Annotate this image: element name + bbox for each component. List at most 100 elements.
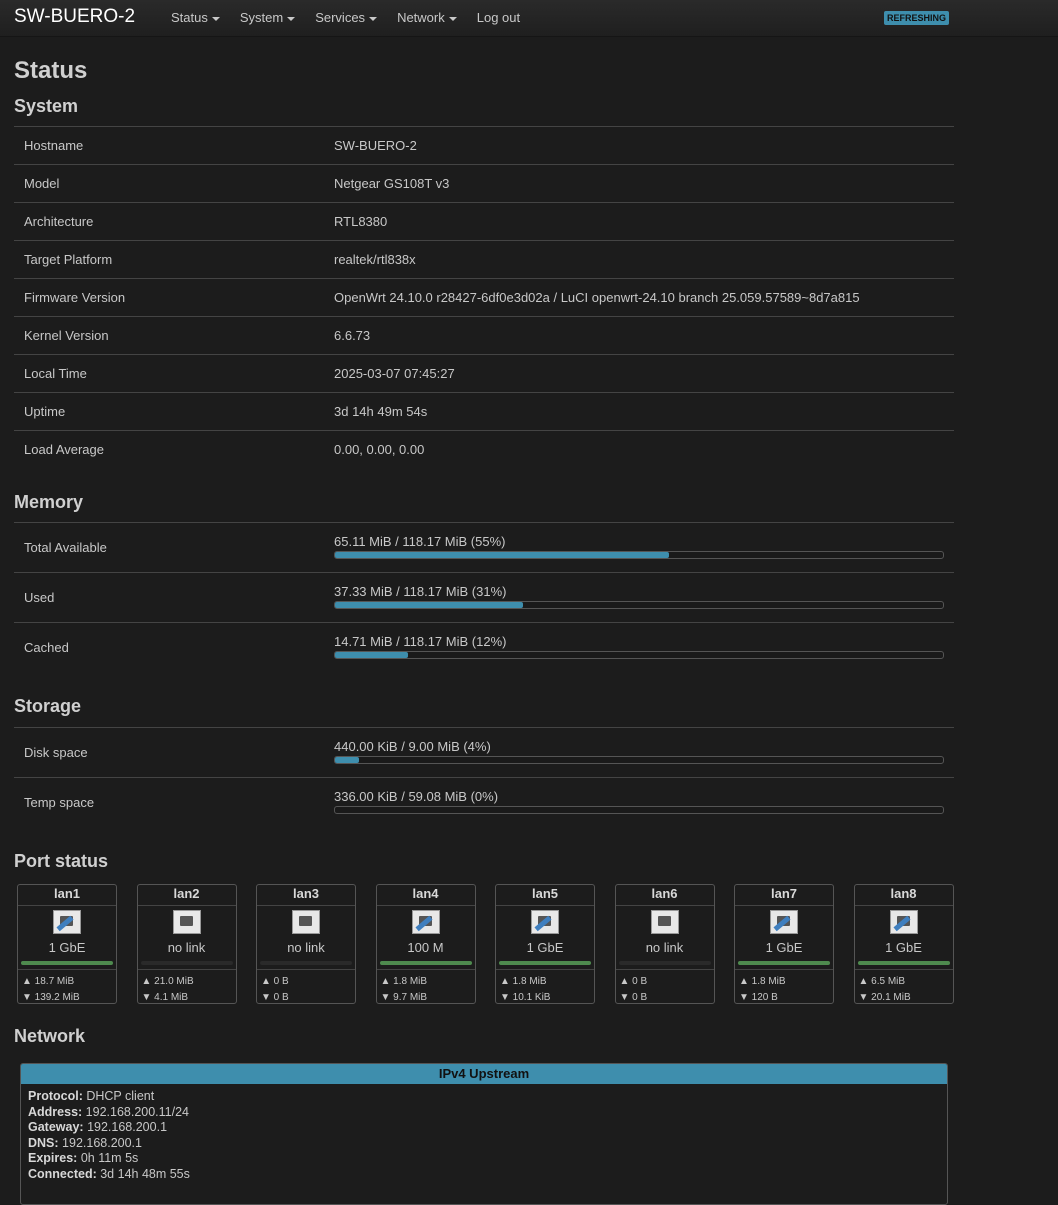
- port-speed: no link: [287, 940, 325, 955]
- menu-network[interactable]: Network: [397, 10, 457, 25]
- menu-services-label: Services: [315, 10, 366, 25]
- port-rx: ▼ 0 B: [619, 992, 648, 1003]
- upstream-header: IPv4 Upstream: [21, 1064, 947, 1084]
- menu-network-label: Network: [397, 10, 445, 25]
- link-indicator: [140, 961, 233, 965]
- chevron-down-icon: [211, 16, 220, 21]
- ethernet-port-icon: [770, 910, 798, 934]
- row-value: 336.00 KiB / 59.08 MiB (0%): [334, 789, 499, 804]
- port-card-lan4: lan4 100 M ▲ 1.8 MiB ▼ 9.7 MiB: [375, 884, 476, 1004]
- section-title-ports: Port status: [14, 851, 109, 871]
- port-rx: ▼ 139.2 MiB: [22, 992, 80, 1003]
- row-value: Netgear GS108T v3: [334, 176, 450, 191]
- row-label: Load Average: [24, 442, 104, 457]
- menu-status[interactable]: Status: [171, 10, 220, 25]
- port-card-lan1: lan1 1 GbE ▲ 18.7 MiB ▼ 139.2 MiB: [17, 884, 117, 1004]
- logout-link[interactable]: Log out: [477, 10, 520, 25]
- ipv4-upstream-card: IPv4 Upstream Protocol: DHCP client Addr…: [20, 1063, 948, 1205]
- row-label: Model: [24, 176, 60, 191]
- port-name: lan2: [137, 885, 236, 906]
- port-rx: ▼ 9.7 MiB: [380, 992, 428, 1003]
- port-status-grid: lan1 1 GbE ▲ 18.7 MiB ▼ 139.2 MiB lan2 no…: [17, 884, 954, 1004]
- progress-bar: [334, 806, 944, 814]
- menu-system-label: System: [239, 10, 284, 25]
- main-menu: Status System Services Network Log out: [171, 10, 540, 25]
- memory-table: Total Available 65.11 MiB / 118.17 MiB (…: [14, 522, 954, 672]
- row-label: Target Platform: [24, 252, 113, 267]
- port-tx: ▲ 1.8 MiB: [380, 976, 428, 987]
- port-card-lan3: lan3 no link ▲ 0 B ▼ 0 B: [256, 884, 356, 1004]
- menu-services[interactable]: Services: [315, 10, 378, 25]
- upstream-details: Protocol: DHCP client Address: 192.168.2…: [21, 1084, 947, 1188]
- row-value: 65.11 MiB / 118.17 MiB (55%): [334, 534, 506, 549]
- chevron-down-icon: [287, 16, 296, 21]
- field-label: Gateway:: [28, 1120, 84, 1135]
- table-row: Target Platform realtek/rtl838x: [14, 240, 954, 278]
- row-value: 3d 14h 49m 54s: [334, 404, 428, 419]
- row-label: Total Available: [24, 540, 107, 555]
- row-label: Disk space: [24, 745, 88, 760]
- page-title: Status: [14, 57, 88, 84]
- port-speed: 1 GbE: [765, 940, 803, 955]
- table-row: Firmware Version OpenWrt 24.10.0 r28427-6…: [14, 278, 954, 316]
- row-value: RTL8380: [334, 214, 388, 229]
- upstream-field: Protocol: DHCP client: [28, 1089, 940, 1105]
- system-table: Hostname SW-BUERO-2 Model Netgear GS108T v…: [14, 126, 954, 468]
- port-rx: ▼ 4.1 MiB: [141, 992, 189, 1003]
- port-tx: ▲ 18.7 MiB: [22, 976, 75, 987]
- port-traffic: ▲ 0 B ▼ 0 B: [615, 969, 714, 1006]
- row-label: Temp space: [24, 795, 95, 810]
- port-traffic: ▲ 21.0 MiB ▼ 4.1 MiB: [137, 969, 236, 1006]
- field-value: 0h 11m 5s: [80, 1151, 139, 1166]
- field-value: 192.168.200.11/24: [85, 1104, 190, 1119]
- field-value: DHCP client: [86, 1089, 155, 1103]
- port-speed: no link: [645, 940, 684, 955]
- upstream-field: Expires: 0h 11m 5s: [28, 1151, 940, 1167]
- table-row: Disk space 440.00 KiB / 9.00 MiB (4%): [14, 727, 954, 777]
- ethernet-port-icon: [889, 910, 918, 934]
- port-speed: 1 GbE: [885, 940, 922, 955]
- brand-hostname[interactable]: SW-BUERO-2: [14, 6, 135, 28]
- port-speed: 1 GbE: [48, 940, 86, 955]
- table-row: Kernel Version 6.6.73: [14, 316, 954, 354]
- port-card-lan8: lan8 1 GbE ▲ 6.5 MiB ▼ 20.1 MiB: [853, 884, 954, 1006]
- row-label: Hostname: [24, 138, 84, 153]
- section-title-memory: Memory: [14, 492, 84, 512]
- port-traffic: ▲ 1.8 MiB ▼ 120 B: [735, 969, 833, 1006]
- port-rx: ▼ 10.1 KiB: [500, 992, 551, 1003]
- row-label: Local Time: [24, 366, 87, 381]
- port-traffic: ▲ 6.5 MiB ▼ 20.1 MiB: [854, 969, 953, 1006]
- refreshing-badge[interactable]: REFRESHING: [884, 11, 950, 25]
- ethernet-port-icon: [411, 910, 440, 934]
- port-traffic: ▲ 1.8 MiB ▼ 10.1 KiB: [496, 969, 594, 1006]
- port-rx: ▼ 20.1 MiB: [858, 992, 911, 1003]
- field-label: Expires:: [28, 1151, 78, 1166]
- port-card-lan2: lan2 no link ▲ 21.0 MiB ▼ 4.1 MiB: [136, 884, 237, 1006]
- menu-system[interactable]: System: [239, 10, 296, 25]
- row-label: Kernel Version: [24, 328, 109, 343]
- row-label: Uptime: [24, 404, 66, 419]
- table-row: Architecture RTL8380: [14, 202, 954, 240]
- row-value: 0.00, 0.00, 0.00: [334, 442, 425, 457]
- row-label: Firmware Version: [24, 290, 126, 305]
- row-value: 2025-03-07 07:45:27: [334, 366, 455, 381]
- field-value: 192.168.200.1: [62, 1135, 142, 1150]
- progress-bar: [334, 756, 944, 764]
- field-label: Connected:: [28, 1166, 97, 1181]
- storage-table: Disk space 440.00 KiB / 9.00 MiB (4%) Te…: [14, 727, 954, 827]
- port-tx: ▲ 0 B: [619, 976, 648, 987]
- menu-status-label: Status: [171, 10, 208, 25]
- row-value: 14.71 MiB / 118.17 MiB (12%): [334, 634, 507, 649]
- port-name: lan8: [854, 885, 953, 906]
- table-row: Uptime 3d 14h 49m 54s: [14, 392, 954, 430]
- upstream-field: DNS: 192.168.200.1: [28, 1136, 940, 1152]
- progress-bar: [334, 601, 944, 609]
- table-row: Load Average 0.00, 0.00, 0.00: [14, 430, 954, 468]
- link-indicator: [21, 961, 113, 965]
- section-title-storage: Storage: [14, 696, 82, 716]
- row-value: 6.6.73: [334, 328, 371, 343]
- ethernet-port-icon: [292, 910, 320, 934]
- progress-fill: [335, 552, 670, 558]
- port-name: lan6: [615, 885, 714, 906]
- row-label: Architecture: [24, 214, 94, 229]
